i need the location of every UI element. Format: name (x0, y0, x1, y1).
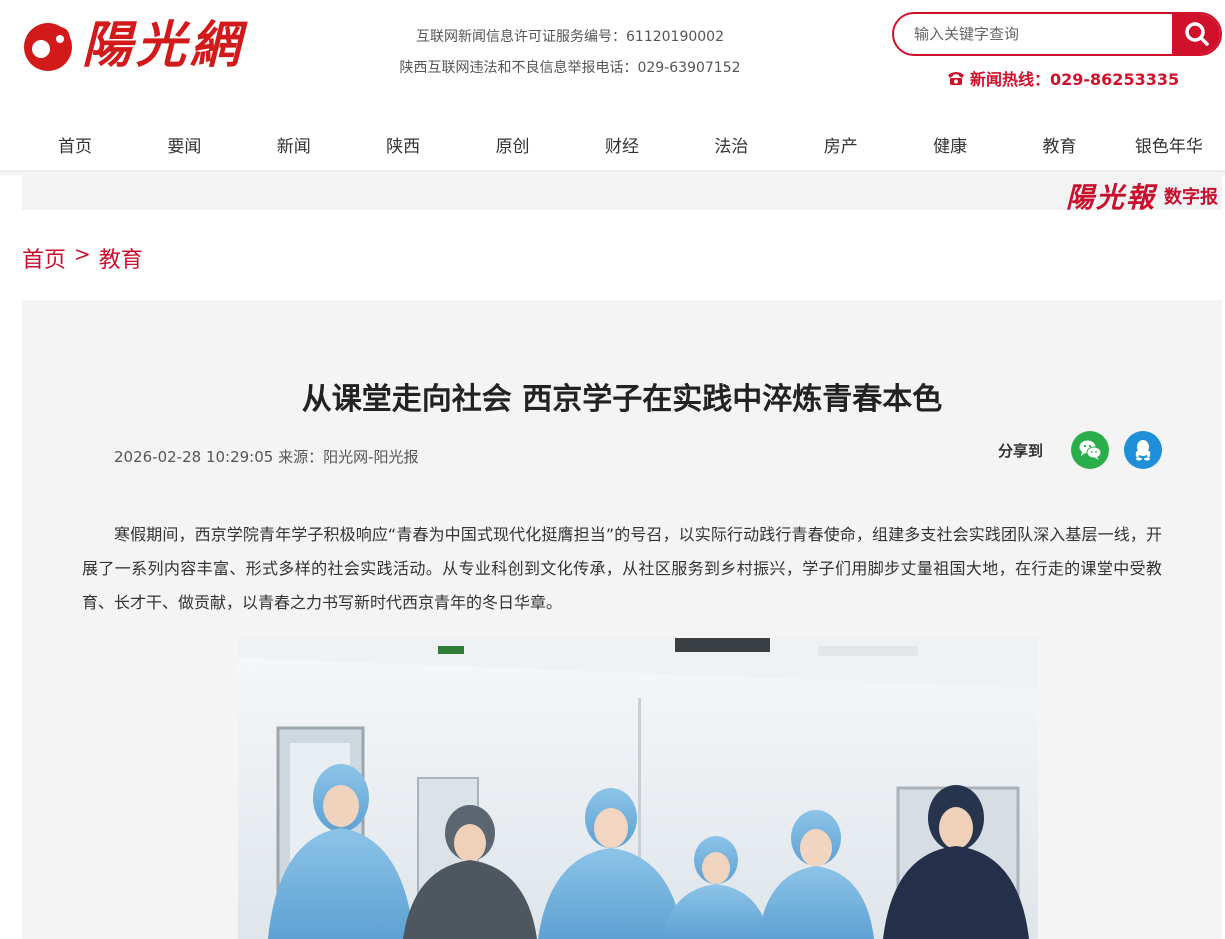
nav-item-news[interactable]: 新闻 (241, 132, 347, 157)
search-icon (1185, 22, 1209, 46)
article-paragraph: 寒假期间，西京学院青年学子积极响应“青春为中国式现代化挺膺担当”的号召，以实际行… (82, 525, 1162, 612)
license-info: 互联网新闻信息许可证服务编号：61120190002 陕西互联网违法和不良信息举… (380, 22, 760, 84)
license-line: 互联网新闻信息许可证服务编号：61120190002 (416, 29, 724, 45)
hotline-text: 新闻热线：029-86253335 (970, 70, 1180, 89)
nav-item-headlines[interactable]: 要闻 (131, 132, 237, 157)
site-logo[interactable]: 陽光網 (20, 12, 260, 78)
search-box (892, 12, 1222, 56)
breadcrumb: 首页 > 教育 (22, 242, 143, 274)
wechat-icon (1079, 440, 1102, 460)
nav-item-health[interactable]: 健康 (897, 132, 1003, 157)
nav-item-original[interactable]: 原创 (460, 132, 566, 157)
digital-paper-band: 陽光報 数字报 (22, 174, 1222, 214)
nav-item-shaanxi[interactable]: 陕西 (350, 132, 456, 157)
article-container: 从课堂走向社会 西京学子在实践中淬炼青春本色 2026-02-28 10:29:… (22, 300, 1222, 939)
nav-item-finance[interactable]: 财经 (569, 132, 675, 157)
article-meta: 2026-02-28 10:29:05 来源：阳光网-阳光报 (114, 448, 419, 466)
share-wechat-button[interactable] (1071, 431, 1109, 469)
article-title: 从课堂走向社会 西京学子在实践中淬炼青春本色 (301, 382, 943, 417)
qq-icon (1135, 440, 1151, 461)
share-label: 分享到 (998, 442, 1044, 460)
breadcrumb-current[interactable]: 教育 (99, 242, 143, 274)
nav-item-law[interactable]: 法治 (678, 132, 784, 157)
share-qq-button[interactable] (1124, 431, 1162, 469)
logo-emblem-icon (24, 23, 72, 71)
phone-icon (948, 72, 964, 85)
search-input[interactable] (894, 14, 1172, 54)
news-hotline: 新闻热线：029-86253335 (946, 66, 1179, 90)
main-nav: 首页 要闻 新闻 陕西 原创 财经 法治 房产 健康 教育 银色年华 (22, 118, 1222, 170)
search-button[interactable] (1172, 14, 1220, 54)
logo-text: 陽光網 (82, 15, 244, 74)
report-line: 陕西互联网违法和不良信息举报电话：029-63907152 (399, 60, 741, 76)
nav-item-education[interactable]: 教育 (1007, 132, 1113, 157)
digital-paper-link[interactable]: 陽光報 数字报 (1066, 176, 1218, 216)
nav-item-home[interactable]: 首页 (22, 132, 128, 157)
digital-paper-brand: 陽光報 (1065, 181, 1156, 214)
digital-paper-label: 数字报 (1164, 187, 1218, 208)
breadcrumb-home[interactable]: 首页 (22, 242, 66, 274)
breadcrumb-separator: > (74, 242, 91, 266)
nav-item-silver-age[interactable]: 银色年华 (1116, 132, 1222, 157)
students-photo-image (238, 638, 1038, 939)
article-photo (238, 638, 1038, 939)
nav-item-realestate[interactable]: 房产 (788, 132, 894, 157)
